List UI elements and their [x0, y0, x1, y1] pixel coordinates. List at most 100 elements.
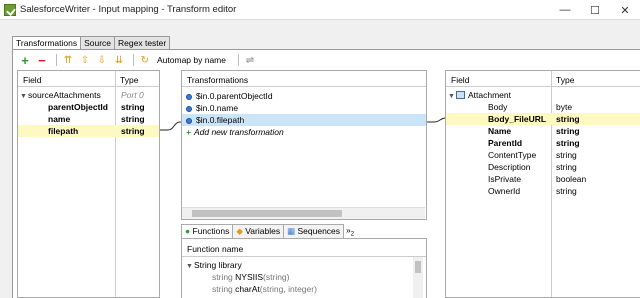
tab-variables[interactable]: ◆ Variables: [232, 224, 285, 238]
move-up-icon[interactable]: ⇧: [78, 53, 92, 67]
horizontal-scrollbar[interactable]: [182, 207, 425, 219]
close-button[interactable]: ✕: [610, 0, 640, 20]
toolbar-separator: [237, 54, 239, 66]
target-col-type: Type: [556, 75, 575, 85]
tab-regex-tester[interactable]: Regex tester: [114, 36, 171, 49]
target-field-row[interactable]: ParentId string: [448, 137, 638, 149]
target-root-row[interactable]: ▼ Attachment: [448, 89, 638, 101]
function-item[interactable]: string charAt(string, integer): [212, 283, 412, 295]
function-name: charAt: [235, 284, 260, 294]
target-field-name: Description: [488, 162, 531, 172]
target-field-name: Body_FileURL: [488, 114, 547, 124]
title-bar: SalesforceWriter - Input mapping - Trans…: [0, 0, 640, 20]
target-field-type: boolean: [556, 174, 587, 184]
tab-sequences-label: Sequences: [297, 226, 341, 236]
function-name: NYSIIS: [235, 272, 264, 282]
source-root-name: sourceAttachments: [28, 90, 101, 100]
target-field-name: Name: [488, 126, 512, 136]
target-field-type: string: [556, 186, 577, 196]
transformation-text: $in.0.filepath: [196, 115, 245, 125]
function-item[interactable]: string NYSIIS(string): [212, 271, 412, 283]
target-field-type: string: [556, 162, 577, 172]
collapse-icon[interactable]: ▼: [186, 261, 194, 273]
automap-icon[interactable]: ↻: [138, 53, 152, 67]
source-field-type: string: [121, 114, 145, 124]
target-col-field: Field: [451, 75, 470, 85]
scrollbar-thumb[interactable]: [415, 261, 421, 273]
transformations-list: Transformations $in.0.parentObjectId $in…: [181, 70, 427, 220]
mapping-icon[interactable]: ⇌: [243, 53, 257, 67]
target-field-name: IsPrivate: [488, 174, 522, 184]
transformations-header: Transformations: [187, 75, 249, 85]
target-field-row-selected[interactable]: Body_FileURL string: [446, 113, 640, 125]
target-fields-table: Field Type ▼ Attachment Body byte Body_Fi…: [445, 70, 640, 298]
function-args: (string, integer): [259, 284, 317, 294]
tab-functions[interactable]: ● Functions: [181, 224, 234, 238]
tab-source[interactable]: Source: [80, 36, 116, 49]
transformation-item[interactable]: $in.0.name: [186, 102, 424, 114]
function-group-name: String library: [194, 260, 242, 270]
target-field-row[interactable]: Name string: [448, 125, 638, 137]
source-port-label: Port 0: [121, 90, 144, 100]
source-col-type: Type: [120, 75, 139, 85]
tab-transformations[interactable]: Transformations: [12, 36, 82, 50]
target-field-name: ContentType: [488, 150, 537, 160]
add-icon[interactable]: +: [18, 53, 32, 68]
source-root-row[interactable]: ▼sourceAttachments Port 0: [20, 89, 158, 101]
transformation-text: $in.0.name: [196, 103, 239, 113]
source-field-name: name: [48, 114, 71, 124]
move-bottom-icon[interactable]: ⇊: [112, 53, 126, 67]
function-return-type: string: [212, 284, 233, 294]
source-field-row[interactable]: parentObjectId string: [20, 101, 158, 113]
target-field-name: OwnerId: [488, 186, 521, 196]
toolbar-separator: [133, 54, 134, 66]
automap-button[interactable]: Automap by name: [157, 55, 226, 65]
app-icon: [4, 4, 16, 16]
transformation-item[interactable]: $in.0.parentObjectId: [186, 90, 424, 102]
tab-sequences[interactable]: ▦ Sequences: [283, 224, 345, 238]
function-return-type: string: [212, 272, 233, 282]
target-field-type: byte: [556, 102, 573, 112]
target-field-row[interactable]: OwnerId string: [448, 185, 638, 197]
editor-tabs: Transformations Source Regex tester: [12, 36, 171, 50]
move-top-icon[interactable]: ⇈: [61, 53, 75, 67]
transformation-icon: [186, 106, 192, 112]
vertical-scrollbar[interactable]: [413, 257, 423, 298]
target-field-name: ParentId: [488, 138, 523, 148]
move-down-icon[interactable]: ⇩: [95, 53, 109, 67]
target-field-type: string: [556, 114, 580, 124]
minimize-button[interactable]: —: [550, 0, 580, 20]
add-transformation-label: Add new transformation: [193, 127, 284, 137]
source-field-name: filepath: [48, 126, 79, 136]
scrollbar-thumb[interactable]: [192, 210, 342, 217]
transformation-icon: [186, 94, 192, 100]
transformation-icon: [186, 118, 192, 124]
target-field-row[interactable]: Body byte: [448, 101, 638, 113]
maximize-button[interactable]: ☐: [580, 0, 610, 20]
source-field-row[interactable]: name string: [20, 113, 158, 125]
variables-icon: ◆: [236, 226, 246, 236]
more-tabs-button[interactable]: »2: [343, 224, 357, 238]
source-field-row-selected[interactable]: filepath string: [18, 125, 159, 137]
add-transformation-button[interactable]: + Add new transformation: [186, 126, 424, 138]
more-tabs-count: 2: [350, 231, 355, 238]
tab-variables-label: Variables: [245, 226, 281, 236]
target-root-name: Attachment: [468, 90, 511, 100]
target-field-row[interactable]: IsPrivate boolean: [448, 173, 638, 185]
source-field-name: parentObjectId: [48, 102, 108, 112]
target-field-row[interactable]: ContentType string: [448, 149, 638, 161]
target-field-row[interactable]: Description string: [448, 161, 638, 173]
function-args: (string): [263, 272, 290, 282]
source-field-type: string: [121, 126, 145, 136]
window-title: SalesforceWriter - Input mapping - Trans…: [20, 4, 237, 15]
remove-icon[interactable]: −: [35, 53, 49, 68]
bottom-tabs: ● Functions ◆ Variables ▦ Sequences »2: [181, 224, 427, 238]
target-field-type: string: [556, 150, 577, 160]
transformation-text: $in.0.parentObjectId: [196, 91, 273, 101]
target-field-type: string: [556, 138, 580, 148]
target-field-type: string: [556, 126, 580, 136]
add-icon: +: [186, 127, 191, 137]
sequences-icon: ▦: [287, 226, 298, 236]
transformation-item-selected[interactable]: $in.0.filepath: [182, 114, 426, 126]
function-group-row[interactable]: ▼String library: [186, 259, 414, 271]
